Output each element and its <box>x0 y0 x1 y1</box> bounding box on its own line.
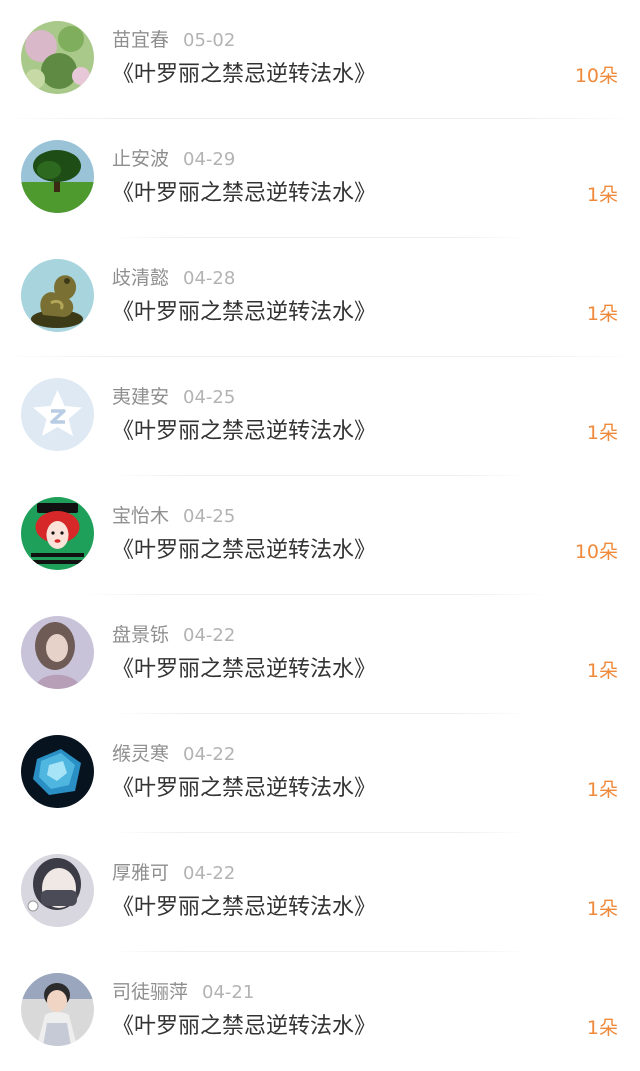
user-name[interactable]: 止安波 <box>112 148 169 170</box>
record-meta: 缑灵寒 04-22 <box>112 741 235 767</box>
list-item[interactable]: 司徒骊萍 04-21 《叶罗丽之禁忌逆转法水》 1朵 <box>0 952 640 1071</box>
record-date: 04-21 <box>202 982 255 1003</box>
user-name[interactable]: 盘景铄 <box>112 624 169 646</box>
masked-person-icon <box>21 854 94 927</box>
gift-record-list: 苗宜春 05-02 《叶罗丽之禁忌逆转法水》 10朵 止安波 04-29 《叶罗丽之… <box>0 0 640 1066</box>
user-name[interactable]: 歧清懿 <box>112 267 169 289</box>
user-name[interactable]: 宝怡木 <box>112 505 169 527</box>
record-date: 04-29 <box>183 149 236 170</box>
book-title[interactable]: 《叶罗丽之禁忌逆转法水》 <box>112 417 376 447</box>
avatar[interactable] <box>21 497 94 570</box>
flower-count: 10朵 <box>574 541 618 563</box>
user-name[interactable]: 厚雅可 <box>112 862 169 884</box>
book-title[interactable]: 《叶罗丽之禁忌逆转法水》 <box>112 536 376 566</box>
record-meta: 苗宜春 05-02 <box>112 27 235 53</box>
flower-count: 1朵 <box>586 303 618 325</box>
flower-count: 1朵 <box>586 779 618 801</box>
record-meta: 厚雅可 04-22 <box>112 860 235 886</box>
cartoon-girl-icon <box>21 497 94 570</box>
record-date: 04-25 <box>183 387 236 408</box>
record-date: 04-28 <box>183 268 236 289</box>
list-item[interactable]: 缑灵寒 04-22 《叶罗丽之禁忌逆转法水》 1朵 <box>0 714 640 833</box>
flower-count: 1朵 <box>586 660 618 682</box>
avatar[interactable] <box>21 973 94 1046</box>
list-item[interactable]: 厚雅可 04-22 《叶罗丽之禁忌逆转法水》 1朵 <box>0 833 640 952</box>
portrait-photo-icon <box>21 616 94 689</box>
user-name[interactable]: 苗宜春 <box>112 29 169 51</box>
book-title[interactable]: 《叶罗丽之禁忌逆转法水》 <box>112 298 376 328</box>
record-date: 04-22 <box>183 625 236 646</box>
book-title[interactable]: 《叶罗丽之禁忌逆转法水》 <box>112 655 376 685</box>
list-item[interactable]: 止安波 04-29 《叶罗丽之禁忌逆转法水》 1朵 <box>0 119 640 238</box>
book-title[interactable]: 《叶罗丽之禁忌逆转法水》 <box>112 893 376 923</box>
qzone-star-icon <box>21 378 94 451</box>
flower-count: 1朵 <box>586 1017 618 1039</box>
record-meta: 夷建安 04-25 <box>112 384 235 410</box>
record-date: 05-02 <box>183 30 236 51</box>
avatar[interactable] <box>21 21 94 94</box>
avatar[interactable] <box>21 616 94 689</box>
record-meta: 司徒骊萍 04-21 <box>112 979 254 1005</box>
dragon-statue-icon <box>21 259 94 332</box>
record-meta: 止安波 04-29 <box>112 146 235 172</box>
list-item[interactable]: 苗宜春 05-02 《叶罗丽之禁忌逆转法水》 10朵 <box>0 0 640 119</box>
record-date: 04-22 <box>183 744 236 765</box>
user-name[interactable]: 司徒骊萍 <box>112 981 188 1003</box>
tree-landscape-icon <box>21 140 94 213</box>
list-item[interactable]: 宝怡木 04-25 《叶罗丽之禁忌逆转法水》 10朵 <box>0 476 640 595</box>
book-title[interactable]: 《叶罗丽之禁忌逆转法水》 <box>112 179 376 209</box>
record-meta: 宝怡木 04-25 <box>112 503 235 529</box>
list-item[interactable]: 夷建安 04-25 《叶罗丽之禁忌逆转法水》 1朵 <box>0 357 640 476</box>
book-title[interactable]: 《叶罗丽之禁忌逆转法水》 <box>112 774 376 804</box>
record-date: 04-25 <box>183 506 236 527</box>
avatar[interactable] <box>21 378 94 451</box>
list-item[interactable]: 歧清懿 04-28 《叶罗丽之禁忌逆转法水》 1朵 <box>0 238 640 357</box>
avatar[interactable] <box>21 854 94 927</box>
flower-photo-icon <box>21 21 94 94</box>
avatar[interactable] <box>21 259 94 332</box>
flower-count: 10朵 <box>574 65 618 87</box>
book-title[interactable]: 《叶罗丽之禁忌逆转法水》 <box>112 60 376 90</box>
record-date: 04-22 <box>183 863 236 884</box>
record-meta: 歧清懿 04-28 <box>112 265 235 291</box>
book-title[interactable]: 《叶罗丽之禁忌逆转法水》 <box>112 1012 376 1042</box>
flower-count: 1朵 <box>586 898 618 920</box>
ice-cube-icon <box>21 735 94 808</box>
record-meta: 盘景铄 04-22 <box>112 622 235 648</box>
child-photo-icon <box>21 973 94 1046</box>
avatar[interactable] <box>21 140 94 213</box>
flower-count: 1朵 <box>586 184 618 206</box>
list-item[interactable]: 盘景铄 04-22 《叶罗丽之禁忌逆转法水》 1朵 <box>0 595 640 714</box>
flower-count: 1朵 <box>586 422 618 444</box>
avatar[interactable] <box>21 735 94 808</box>
user-name[interactable]: 缑灵寒 <box>112 743 169 765</box>
user-name[interactable]: 夷建安 <box>112 386 169 408</box>
